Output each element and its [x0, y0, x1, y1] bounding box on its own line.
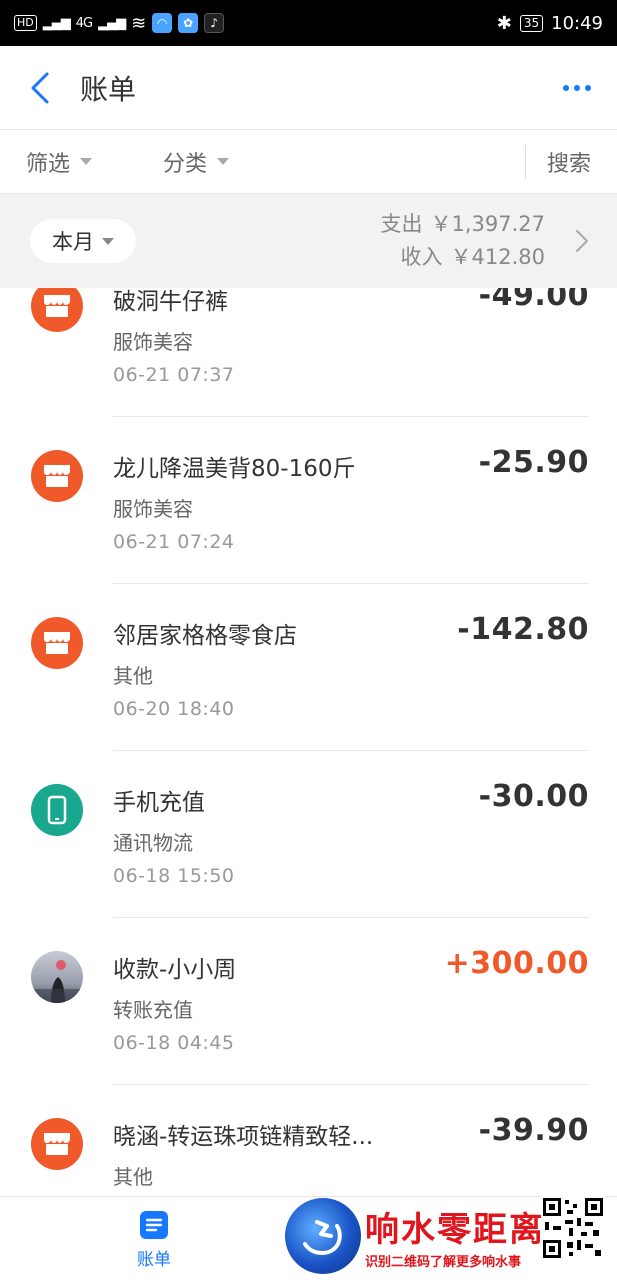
hd-badge: HD [14, 15, 37, 31]
wifi-icon: ≋ [131, 12, 147, 34]
transaction-time: 06-18 04:45 [113, 1032, 235, 1054]
list-item[interactable]: 晓涵-转运珠项链精致轻... 其他 -39.90 [0, 1085, 617, 1196]
income-total: 收入 ￥412.80 [380, 241, 545, 274]
network-type: 4G [75, 15, 93, 31]
app-notification-icon: ◠ [152, 13, 173, 33]
transaction-time: 06-21 07:24 [113, 531, 235, 553]
filter-bar: 筛选 分类 搜索 [0, 130, 617, 194]
clock: 10:49 [551, 12, 603, 34]
filter-label: 筛选 [26, 151, 71, 177]
transaction-amount: -39.90 [478, 1113, 589, 1148]
transaction-time: 06-21 07:37 [113, 364, 235, 386]
transaction-name: 手机充值 [113, 790, 205, 816]
totals: 支出 ￥1,397.27 收入 ￥412.80 [380, 208, 545, 274]
back-button[interactable] [0, 46, 80, 130]
signal-icon-2: ▂▄▆ [98, 15, 126, 31]
watermark-subtitle: 识别二维码了解更多响水事 [365, 1255, 522, 1270]
battery-indicator: 35 [519, 14, 544, 32]
watermark: 响水零距离 识别二维码了解更多响水事 [285, 1192, 617, 1280]
qr-code-icon [541, 1196, 605, 1260]
shop-icon [31, 617, 83, 669]
category-dropdown[interactable]: 分类 [163, 130, 230, 194]
more-button[interactable] [537, 46, 617, 130]
transaction-name: 龙儿降温美背80-160斤 [113, 456, 356, 482]
tab-bill-label: 账单 [137, 1250, 171, 1270]
category-label: 分类 [163, 151, 208, 177]
transaction-name: 晓涵-转运珠项链精致轻... [113, 1124, 374, 1150]
transaction-amount: -25.90 [478, 445, 589, 480]
watermark-logo-icon [285, 1198, 361, 1274]
more-dots-icon [563, 84, 591, 91]
page-title: 账单 [80, 72, 137, 106]
transaction-amount: -49.00 [478, 288, 589, 313]
month-summary[interactable]: 本月 支出 ￥1,397.27 收入 ￥412.80 [0, 194, 617, 288]
search-button[interactable]: 搜索 [547, 130, 591, 194]
transaction-category: 其他 [113, 664, 153, 688]
transaction-amount: -142.80 [457, 612, 589, 647]
divider [525, 145, 526, 179]
watermark-title: 响水零距离 [365, 1210, 545, 1250]
list-item[interactable]: 邻居家格格零食店 其他 06-20 18:40 -142.80 [0, 584, 617, 751]
transaction-name: 收款-小小周 [113, 957, 237, 983]
expense-label: 支出 [380, 212, 423, 236]
transaction-category: 其他 [113, 1165, 153, 1189]
transaction-list[interactable]: 破洞牛仔裤 服饰美容 06-21 07:37 -49.00 龙儿降温美背80-1… [0, 288, 617, 1196]
income-value: ￥412.80 [450, 245, 545, 269]
app-header: 账单 [0, 46, 617, 130]
bill-icon [140, 1211, 168, 1239]
shop-icon [31, 450, 83, 502]
expense-total: 支出 ￥1,397.27 [380, 208, 545, 241]
list-item[interactable]: 收款-小小周 转账充值 06-18 04:45 +300.00 [0, 918, 617, 1085]
chevron-left-icon [31, 72, 49, 103]
tab-bill[interactable]: 账单 [118, 1209, 190, 1270]
transaction-name: 邻居家格格零食店 [113, 623, 297, 649]
transaction-time: 06-18 15:50 [113, 865, 235, 887]
phone-icon [31, 784, 83, 836]
month-selector[interactable]: 本月 [30, 219, 136, 263]
shop-icon [31, 1118, 83, 1170]
caret-down-icon [217, 158, 230, 165]
chevron-right-icon [576, 230, 588, 252]
caret-down-icon [102, 237, 114, 245]
tiktok-notification-icon: ♪ [204, 13, 225, 33]
transaction-category: 服饰美容 [113, 330, 193, 354]
month-label: 本月 [52, 230, 94, 254]
transaction-time: 06-20 18:40 [113, 698, 235, 720]
status-bar: HD ▂▄▆ 4G ▂▄▆ ≋ ◠ ✿ ♪ ✱ 35 10:49 [0, 0, 617, 46]
shop-icon [31, 288, 83, 332]
transaction-amount: +300.00 [444, 946, 589, 981]
expense-value: ￥1,397.27 [430, 212, 545, 236]
list-item[interactable]: 龙儿降温美背80-160斤 服饰美容 06-21 07:24 -25.90 [0, 417, 617, 584]
bluetooth-icon: ✱ [496, 12, 512, 34]
transaction-amount: -30.00 [478, 779, 589, 814]
transaction-category: 服饰美容 [113, 497, 193, 521]
user-avatar [31, 951, 83, 1003]
transaction-name: 破洞牛仔裤 [113, 289, 228, 315]
baidu-notification-icon: ✿ [178, 13, 199, 33]
transaction-category: 通讯物流 [113, 831, 193, 855]
signal-icon: ▂▄▆ [42, 15, 71, 31]
transaction-category: 转账充值 [113, 998, 193, 1022]
caret-down-icon [80, 158, 93, 165]
income-label: 收入 [400, 245, 443, 269]
filter-dropdown[interactable]: 筛选 [26, 130, 93, 194]
list-item[interactable]: 手机充值 通讯物流 06-18 15:50 -30.00 [0, 751, 617, 918]
list-item[interactable]: 破洞牛仔裤 服饰美容 06-21 07:37 -49.00 [0, 288, 617, 417]
